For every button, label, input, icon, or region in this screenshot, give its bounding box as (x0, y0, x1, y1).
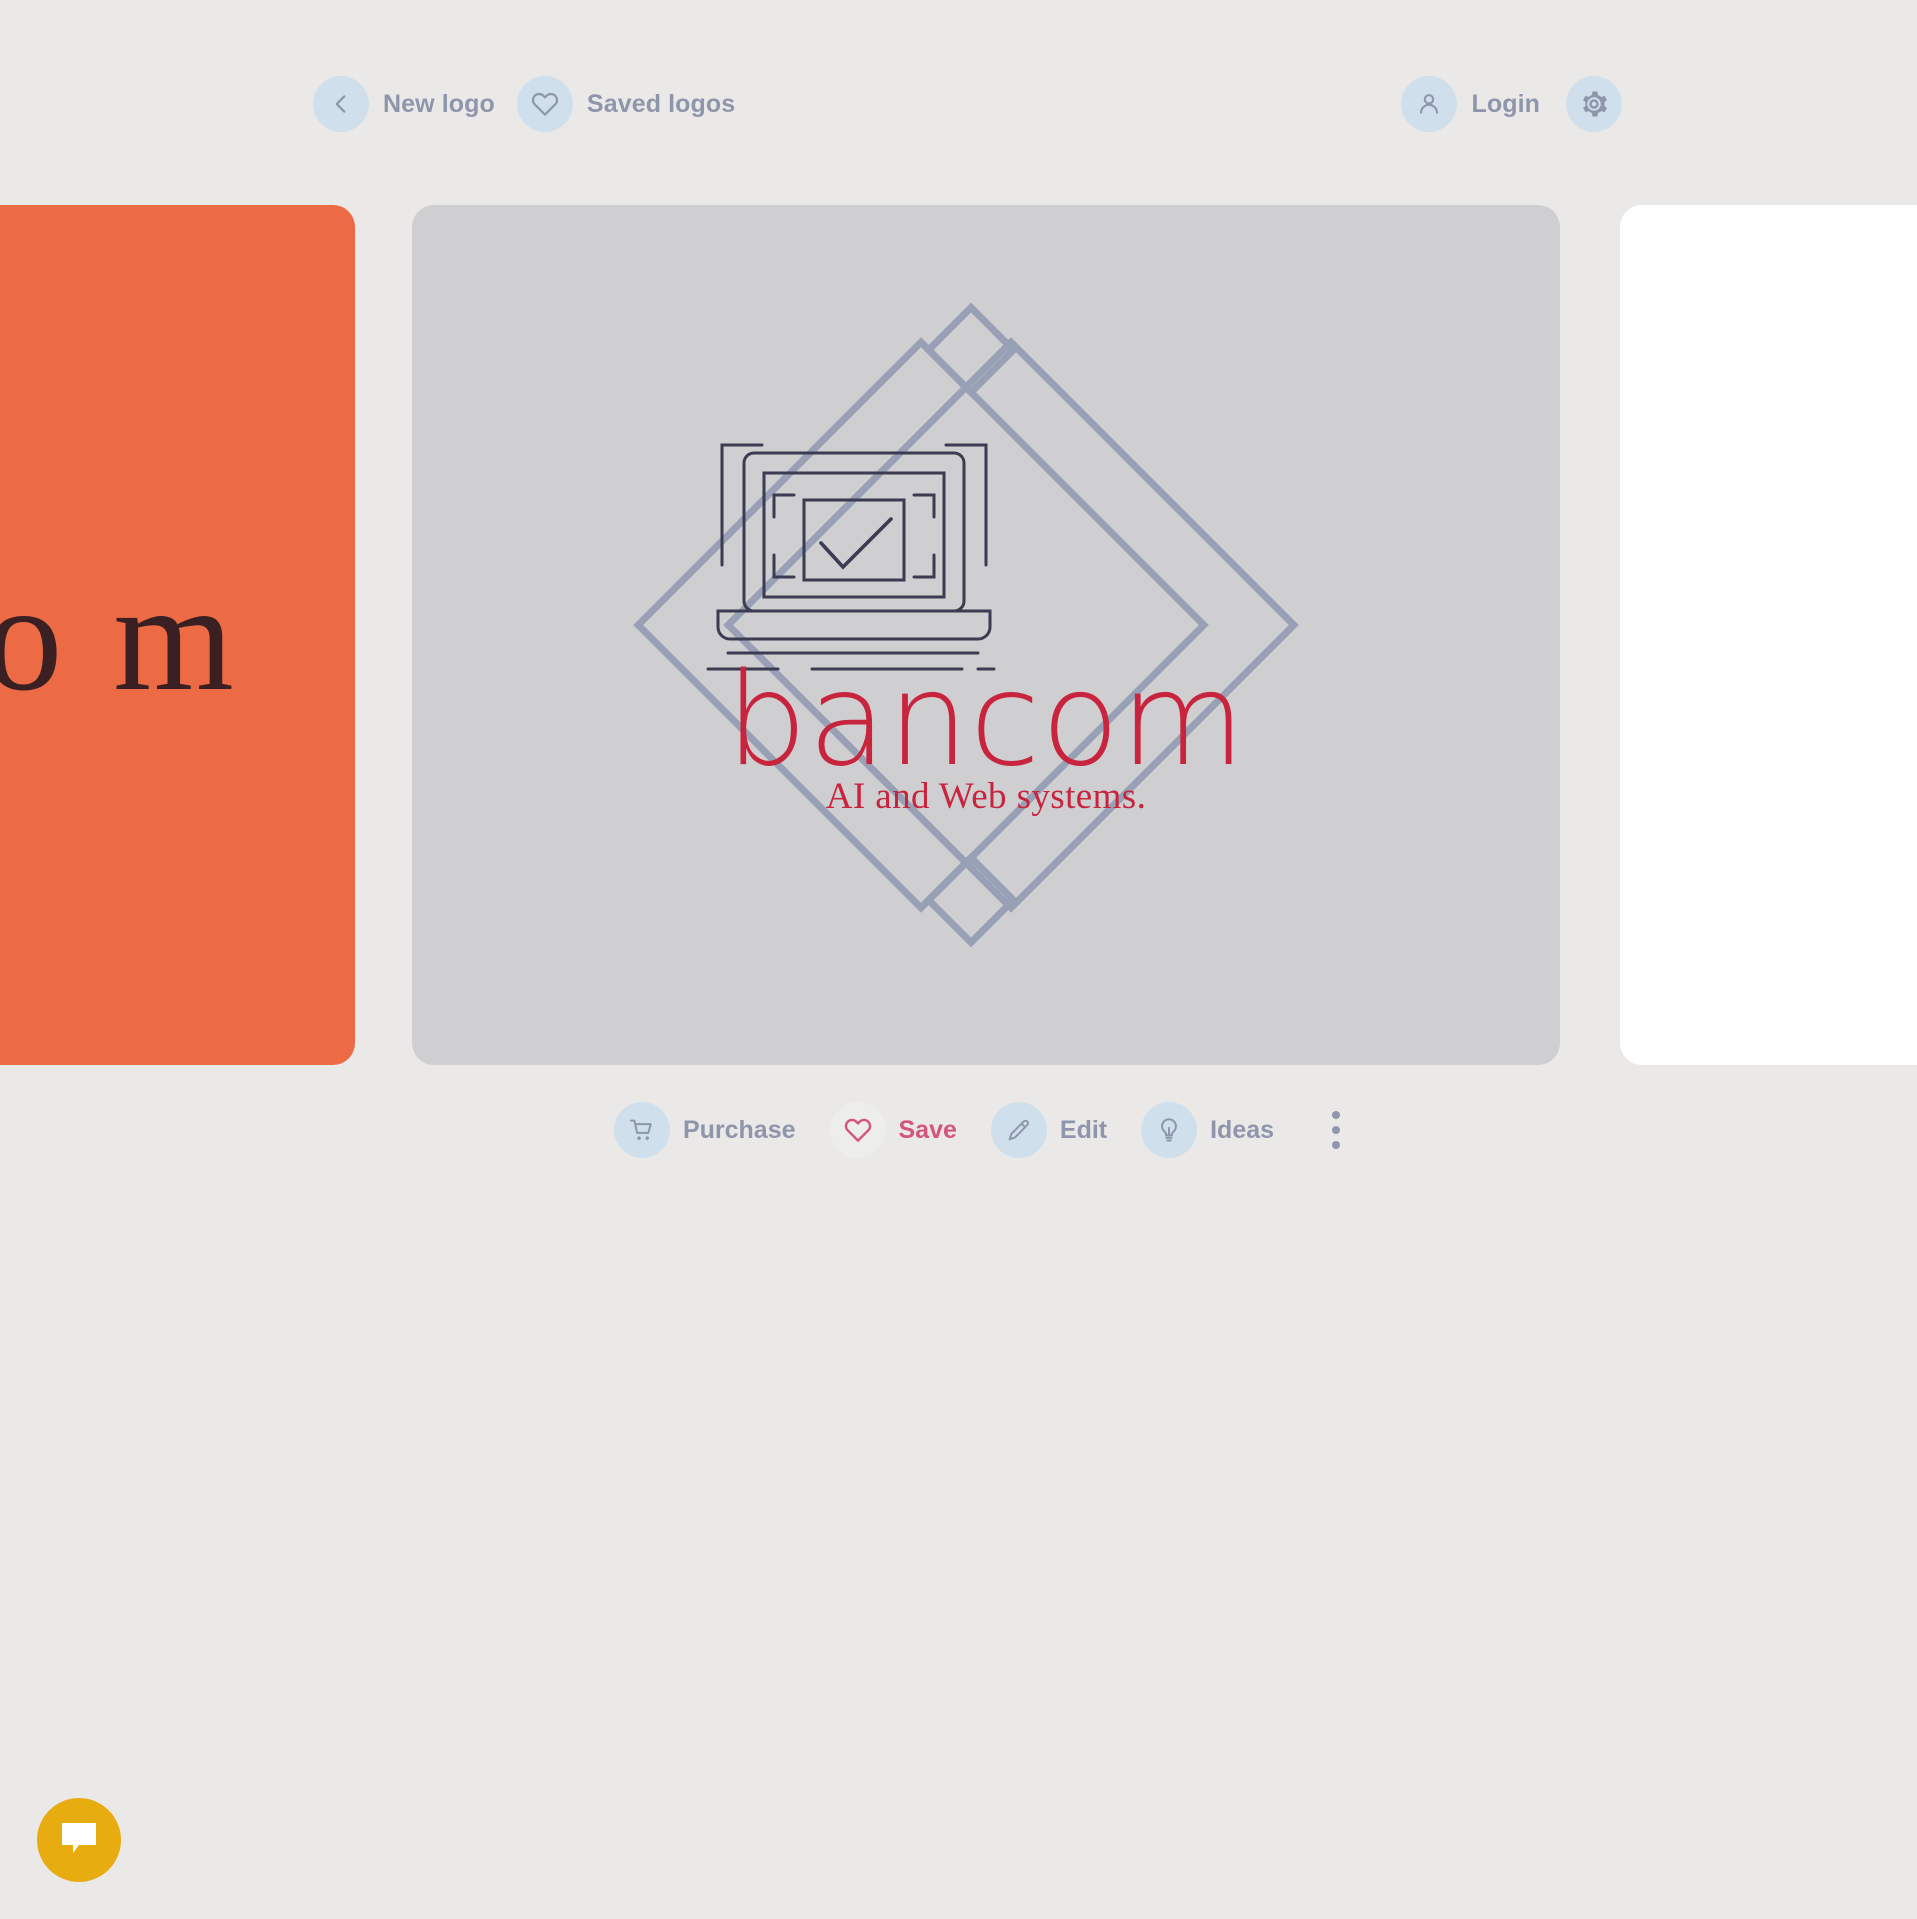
kebab-dot (1332, 1141, 1341, 1149)
ideas-button[interactable]: Ideas (1141, 1102, 1274, 1158)
gear-icon (1566, 76, 1622, 132)
save-label: Save (898, 1115, 957, 1144)
edit-label: Edit (1059, 1115, 1108, 1144)
logo-carousel: o m bancom AI and Web systems. (0, 205, 1917, 1065)
heart-icon (516, 76, 573, 132)
shopping-cart-icon (613, 1102, 670, 1158)
nav-left-group: New logo Saved logos (313, 76, 735, 132)
kebab-dot (1332, 1126, 1341, 1134)
nav-item-settings[interactable] (1566, 76, 1622, 132)
app-root: New logo Saved logos Login o m bancom AI… (0, 0, 1917, 1919)
logo-action-toolbar: Purchase Save Edit Ideas (412, 1090, 1560, 1170)
kebab-menu-icon[interactable] (1314, 1102, 1358, 1158)
logo-card-current[interactable]: bancom AI and Web systems. (412, 205, 1560, 1065)
edit-button[interactable]: Edit (990, 1102, 1108, 1158)
nav-item-new-logo[interactable]: New logo (313, 76, 495, 132)
logo-card-previous-text: o m (0, 551, 240, 723)
user-icon (1401, 76, 1458, 132)
pencil-icon (990, 1102, 1047, 1158)
laptop-checkmark-diamond-icon (633, 302, 1299, 948)
save-button[interactable]: Save (829, 1102, 957, 1158)
nav-label-saved-logos: Saved logos (586, 89, 736, 118)
logo-card-previous[interactable]: o m (0, 205, 355, 1065)
nav-label-login: Login (1471, 89, 1540, 118)
purchase-button[interactable]: Purchase (613, 1102, 796, 1158)
top-navigation: New logo Saved logos Login (0, 0, 1917, 168)
logo-artwork (412, 205, 1560, 1065)
nav-item-saved-logos[interactable]: Saved logos (516, 76, 736, 132)
nav-label-new-logo: New logo (383, 89, 495, 118)
nav-right-group: Login (1401, 76, 1622, 132)
logo-card-next[interactable] (1620, 205, 1917, 1065)
chat-widget-button[interactable] (37, 1798, 121, 1882)
nav-item-login[interactable]: Login (1401, 76, 1540, 132)
heart-icon (829, 1102, 886, 1158)
chat-bubble-icon (59, 1820, 99, 1861)
ideas-label: Ideas (1210, 1115, 1275, 1144)
kebab-dot (1332, 1111, 1341, 1119)
chevron-left-icon (313, 76, 369, 132)
lightbulb-icon (1141, 1102, 1198, 1158)
purchase-label: Purchase (682, 1115, 796, 1144)
